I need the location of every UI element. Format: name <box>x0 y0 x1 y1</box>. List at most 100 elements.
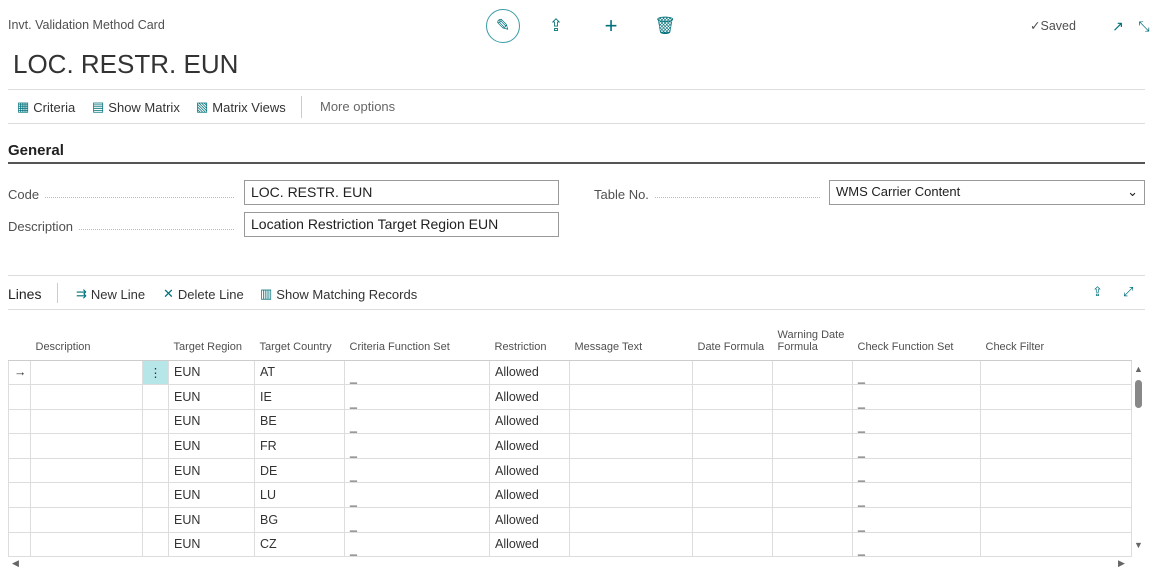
cell[interactable]: _ <box>852 408 981 435</box>
cell[interactable] <box>772 507 853 533</box>
cell[interactable]: Allowed <box>489 384 570 410</box>
cell[interactable] <box>772 433 853 459</box>
cell[interactable]: AT <box>254 359 345 386</box>
cell[interactable]: _ <box>852 457 981 484</box>
table-row[interactable]: EUN IE _ Allowed _ <box>8 384 1132 410</box>
cell[interactable] <box>569 531 693 558</box>
table-row[interactable]: EUN BG _ Allowed _ <box>8 507 1132 533</box>
cell[interactable] <box>692 384 773 410</box>
cell[interactable]: _ <box>852 531 981 558</box>
cell[interactable] <box>569 482 693 509</box>
column-header[interactable]: Target Region <box>168 310 255 361</box>
cell[interactable]: Allowed <box>489 482 570 509</box>
row-menu[interactable] <box>142 531 169 558</box>
cell[interactable]: BE <box>254 408 345 435</box>
cell[interactable] <box>772 482 853 509</box>
cell[interactable] <box>980 531 1132 558</box>
cell[interactable]: _ <box>852 433 981 459</box>
row-menu[interactable] <box>142 507 169 533</box>
cell[interactable] <box>772 384 853 410</box>
delete-icon[interactable]: 🗑 <box>649 10 681 42</box>
cell[interactable] <box>980 359 1132 386</box>
cell[interactable] <box>772 408 853 435</box>
cell[interactable] <box>772 359 853 386</box>
cell[interactable] <box>569 359 693 386</box>
cell[interactable] <box>980 384 1132 410</box>
cell[interactable]: EUN <box>168 457 255 484</box>
column-header[interactable]: Target Country <box>254 310 345 361</box>
cell[interactable]: EUN <box>168 531 255 558</box>
cell[interactable]: IE <box>254 384 345 410</box>
vertical-scrollbar[interactable] <box>1135 380 1142 408</box>
cell[interactable] <box>30 384 143 410</box>
cell[interactable]: FR <box>254 433 345 459</box>
cell[interactable] <box>30 408 143 435</box>
cell[interactable] <box>772 531 853 558</box>
scroll-left-icon[interactable]: ◀ <box>12 558 19 569</box>
cell[interactable]: _ <box>344 457 490 484</box>
cell[interactable] <box>980 457 1132 484</box>
cell[interactable]: _ <box>344 433 490 459</box>
cell[interactable] <box>569 507 693 533</box>
cell[interactable] <box>30 507 143 533</box>
table-row[interactable]: EUN FR _ Allowed _ <box>8 433 1132 459</box>
cell[interactable]: _ <box>344 359 490 386</box>
row-menu[interactable]: ⋮ <box>142 359 169 386</box>
row-menu[interactable] <box>142 384 169 410</box>
column-header[interactable]: Restriction <box>489 310 570 361</box>
cell[interactable] <box>692 408 773 435</box>
cell[interactable]: EUN <box>168 507 255 533</box>
cell[interactable]: EUN <box>168 408 255 435</box>
row-menu[interactable] <box>142 408 169 435</box>
cell[interactable]: EUN <box>168 359 255 386</box>
scroll-down-icon[interactable]: ▼ <box>1134 540 1143 550</box>
column-header[interactable]: Description <box>30 310 143 361</box>
cell[interactable] <box>30 359 143 386</box>
cell[interactable]: _ <box>344 384 490 410</box>
cell[interactable]: _ <box>344 408 490 435</box>
column-header[interactable]: Warning Date Formula <box>772 310 853 361</box>
code-field[interactable]: LOC. RESTR. EUN <box>244 180 559 205</box>
cell[interactable] <box>772 457 853 484</box>
cell[interactable]: EUN <box>168 384 255 410</box>
row-indicator[interactable] <box>8 482 31 509</box>
column-header[interactable]: Message Text <box>569 310 693 361</box>
cell[interactable] <box>692 507 773 533</box>
table-row[interactable]: EUN LU _ Allowed _ <box>8 482 1132 509</box>
matrix-views-button[interactable]: ▧ Matrix Views <box>196 99 286 115</box>
new-line-button[interactable]: ⇉ New Line <box>76 286 145 302</box>
cell[interactable] <box>692 457 773 484</box>
show-matching-records-button[interactable]: ▥ Show Matching Records <box>260 286 417 302</box>
row-menu[interactable] <box>142 482 169 509</box>
more-options-button[interactable]: More options <box>320 99 395 114</box>
column-header[interactable]: Date Formula <box>692 310 773 361</box>
column-header[interactable]: Check Function Set <box>852 310 981 361</box>
cell[interactable] <box>569 384 693 410</box>
add-icon[interactable]: + <box>595 10 627 42</box>
cell[interactable]: _ <box>852 384 981 410</box>
cell[interactable]: CZ <box>254 531 345 558</box>
criteria-button[interactable]: ▦ Criteria <box>17 99 75 115</box>
cell[interactable] <box>980 482 1132 509</box>
cell[interactable] <box>980 408 1132 435</box>
row-indicator[interactable] <box>8 384 31 410</box>
cell[interactable]: EUN <box>168 433 255 459</box>
row-menu[interactable] <box>142 433 169 459</box>
row-indicator[interactable] <box>8 408 31 435</box>
cell[interactable]: Allowed <box>489 531 570 558</box>
cell[interactable] <box>692 433 773 459</box>
cell[interactable] <box>980 433 1132 459</box>
cell[interactable] <box>692 482 773 509</box>
column-header[interactable]: Check Filter <box>980 310 1132 361</box>
row-indicator[interactable] <box>8 457 31 484</box>
share-icon[interactable]: ⇪ <box>540 10 572 42</box>
cell[interactable]: EUN <box>168 482 255 509</box>
delete-line-button[interactable]: ✕ Delete Line <box>163 286 244 302</box>
row-indicator[interactable] <box>8 531 31 558</box>
cell[interactable]: _ <box>344 482 490 509</box>
cell[interactable] <box>692 531 773 558</box>
cell[interactable]: _ <box>344 531 490 558</box>
cell[interactable]: LU <box>254 482 345 509</box>
cell[interactable]: Allowed <box>489 408 570 435</box>
description-field[interactable]: Location Restriction Target Region EUN <box>244 212 559 237</box>
